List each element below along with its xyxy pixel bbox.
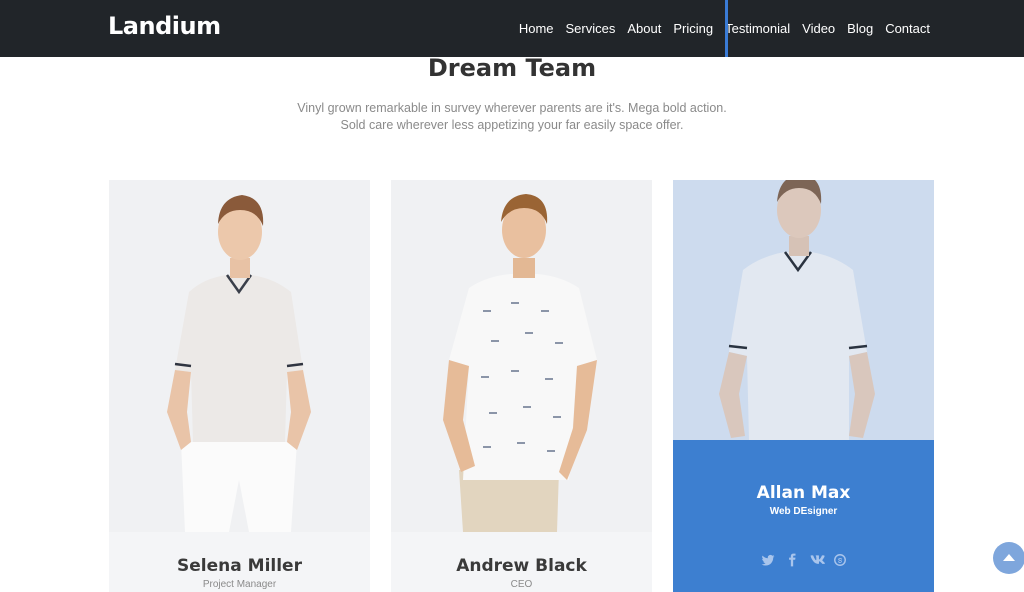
section-subtitle: Vinyl grown remarkable in survey whereve…	[0, 100, 1024, 134]
skype-icon[interactable]	[833, 553, 847, 567]
team-card-2[interactable]: Andrew Black CEO	[391, 180, 652, 592]
nav-contact[interactable]: Contact	[885, 0, 930, 57]
team-photo-1	[109, 180, 370, 532]
subtitle-line-1: Vinyl grown remarkable in survey whereve…	[297, 101, 727, 115]
arrow-up-icon	[1003, 554, 1015, 561]
nav-testimonial[interactable]: Testimonial	[725, 0, 790, 57]
nav-video[interactable]: Video	[802, 0, 835, 57]
facebook-icon[interactable]	[785, 553, 799, 567]
navbar: Landium Home Services About Pricing Test…	[0, 0, 1024, 57]
member-name: Allan Max	[756, 483, 851, 503]
vk-icon[interactable]	[809, 553, 825, 567]
nav-pricing[interactable]: Pricing	[673, 0, 713, 57]
brand-logo[interactable]: Landium	[108, 12, 221, 40]
subtitle-line-2: Sold care wherever less appetizing your …	[340, 118, 684, 132]
section-title: Dream Team	[427, 54, 597, 82]
member-name: Andrew Black	[456, 556, 587, 576]
nav-home[interactable]: Home	[519, 0, 554, 57]
nav-about[interactable]: About	[627, 0, 661, 57]
nav-blog[interactable]: Blog	[847, 0, 873, 57]
social-links	[673, 553, 934, 567]
team-photo-3	[673, 180, 934, 440]
member-info-panel: Allan Max Web DEsigner	[673, 440, 934, 592]
person-image	[167, 195, 311, 532]
member-role: CEO	[510, 579, 533, 590]
nav-services[interactable]: Services	[566, 0, 616, 57]
main-nav: Home Services About Pricing Testimonial …	[507, 0, 930, 57]
member-role: Project Manager	[202, 579, 277, 590]
twitter-icon[interactable]	[761, 553, 775, 567]
team-card-3[interactable]: Allan Max Web DEsigner	[673, 180, 934, 592]
person-image	[443, 194, 597, 532]
team-card-1[interactable]: Selena Miller Project Manager	[109, 180, 370, 592]
member-role: Web DEsigner	[769, 506, 838, 517]
person-image	[719, 180, 875, 440]
member-name: Selena Miller	[177, 556, 302, 576]
team-photo-2	[391, 180, 652, 532]
scroll-to-top-button[interactable]	[993, 542, 1024, 574]
